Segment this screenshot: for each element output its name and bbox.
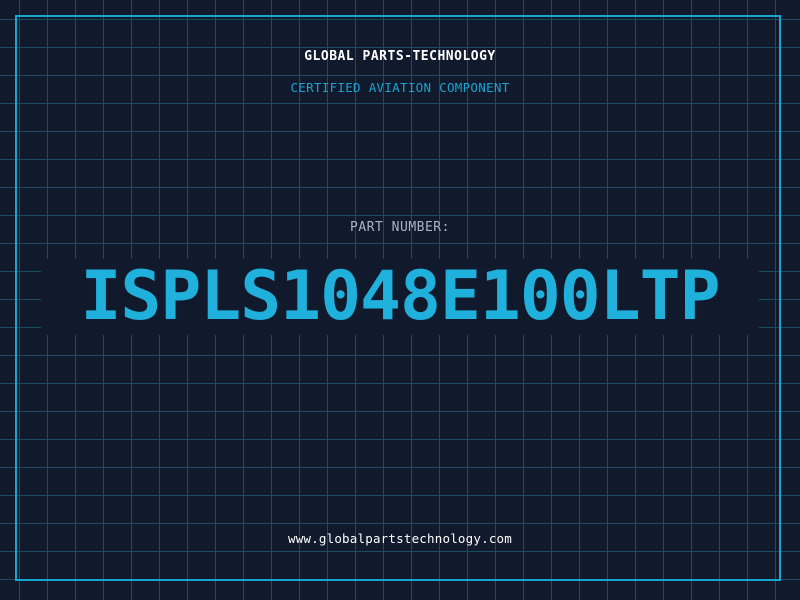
company-name: GLOBAL PARTS-TECHNOLOGY xyxy=(304,49,496,64)
part-number-label: PART NUMBER: xyxy=(350,220,450,235)
blueprint-canvas: GLOBAL PARTS-TECHNOLOGY CERTIFIED AVIATI… xyxy=(0,0,800,600)
part-number-value: ISPLS1048E100LTP xyxy=(80,257,720,336)
website-url: www.globalpartstechnology.com xyxy=(287,531,513,546)
certification-subtitle: CERTIFIED AVIATION COMPONENT xyxy=(290,80,510,95)
